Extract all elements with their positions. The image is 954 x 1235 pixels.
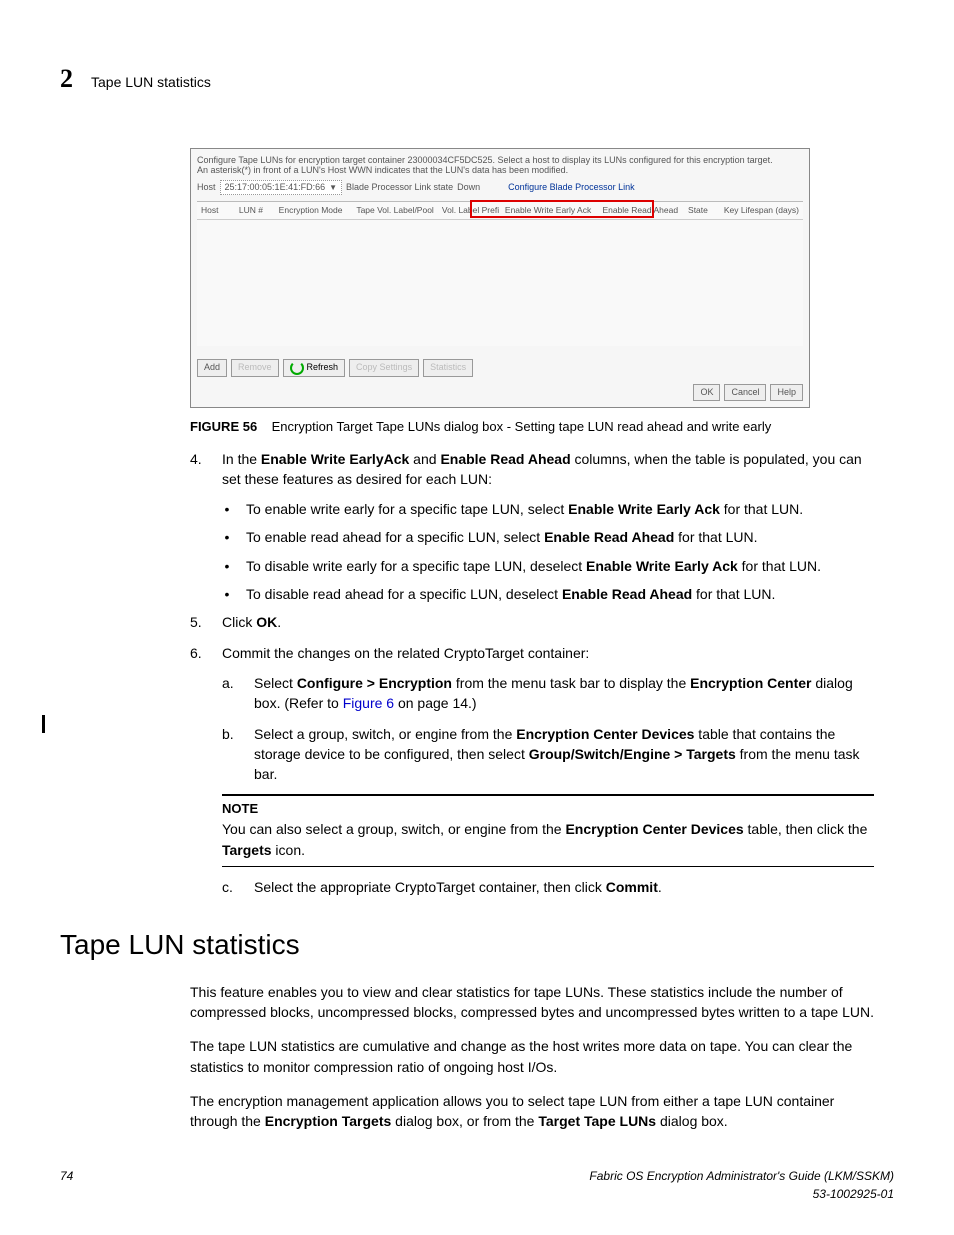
substep-a: a. Select Configure > Encryption from th… (190, 673, 874, 714)
page-header: 2 Tape LUN statistics (60, 60, 894, 98)
figure-6-link[interactable]: Figure 6 (343, 695, 394, 711)
chapter-number: 2 (60, 60, 73, 98)
copy-settings-button[interactable]: Copy Settings (349, 359, 419, 377)
note-block: NOTE You can also select a group, switch… (222, 794, 874, 866)
col-host[interactable]: Host (197, 204, 235, 216)
blade-state-label: Blade Processor Link state (346, 181, 453, 194)
step-5: 5. Click OK. (190, 612, 874, 632)
bullet-disable-read: • To disable read ahead for a specific L… (190, 584, 874, 604)
col-key-lifespan[interactable]: Key Lifespan (days) (720, 204, 803, 216)
col-state[interactable]: State (684, 204, 720, 216)
refresh-button[interactable]: Refresh (283, 359, 346, 377)
ok-button[interactable]: OK (693, 384, 720, 401)
figure-caption: FIGURE 56 Encryption Target Tape LUNs di… (190, 418, 874, 437)
highlight-box (470, 200, 654, 218)
substep-b: b. Select a group, switch, or engine fro… (190, 724, 874, 785)
figure-caption-text: Encryption Target Tape LUNs dialog box -… (272, 419, 772, 434)
host-value: 25:17:00:05:1E:41:FD:66 (225, 181, 326, 194)
cancel-button[interactable]: Cancel (724, 384, 766, 401)
page-footer: 74 Fabric OS Encryption Administrator's … (60, 1168, 894, 1203)
step-6: 6. Commit the changes on the related Cry… (190, 643, 874, 663)
help-button[interactable]: Help (770, 384, 803, 401)
refresh-icon (290, 361, 304, 375)
blade-state-value: Down (457, 181, 480, 194)
dialog-instruction-2: An asterisk(*) in front of a LUN's Host … (197, 165, 803, 176)
running-title: Tape LUN statistics (91, 72, 211, 92)
col-lun[interactable]: LUN # (235, 204, 275, 216)
figure-label: FIGURE 56 (190, 419, 257, 434)
footer-docnum: 53-1002925-01 (813, 1187, 894, 1201)
section-heading: Tape LUN statistics (60, 925, 894, 966)
col-tape-vol[interactable]: Tape Vol. Label/Pool (352, 204, 438, 216)
dialog-instruction-1: Configure Tape LUNs for encryption targe… (197, 155, 803, 166)
substep-c: c. Select the appropriate CryptoTarget c… (190, 877, 874, 897)
section-para-2: The tape LUN statistics are cumulative a… (190, 1036, 874, 1077)
change-bar (42, 715, 45, 733)
statistics-button[interactable]: Statistics (423, 359, 473, 377)
bullet-disable-write: • To disable write early for a specific … (190, 556, 874, 576)
footer-title: Fabric OS Encryption Administrator's Gui… (589, 1169, 894, 1183)
add-button[interactable]: Add (197, 359, 227, 377)
step-4: 4. In the Enable Write EarlyAck and Enab… (190, 449, 874, 490)
note-label: NOTE (222, 800, 874, 819)
remove-button[interactable]: Remove (231, 359, 279, 377)
lun-table: Host LUN # Encryption Mode Tape Vol. Lab… (197, 201, 803, 346)
col-enc-mode[interactable]: Encryption Mode (275, 204, 353, 216)
section-para-1: This feature enables you to view and cle… (190, 982, 874, 1023)
host-label: Host (197, 181, 216, 194)
chevron-down-icon: ▼ (329, 182, 337, 194)
bullet-enable-write: • To enable write early for a specific t… (190, 499, 874, 519)
page-number: 74 (60, 1168, 73, 1203)
section-para-3: The encryption management application al… (190, 1091, 874, 1132)
bullet-enable-read: • To enable read ahead for a specific LU… (190, 527, 874, 547)
figure-56-dialog: Configure Tape LUNs for encryption targe… (190, 148, 810, 408)
refresh-label: Refresh (307, 361, 339, 374)
configure-blade-link[interactable]: Configure Blade Processor Link (508, 181, 635, 194)
host-dropdown[interactable]: 25:17:00:05:1E:41:FD:66 ▼ (220, 180, 343, 195)
